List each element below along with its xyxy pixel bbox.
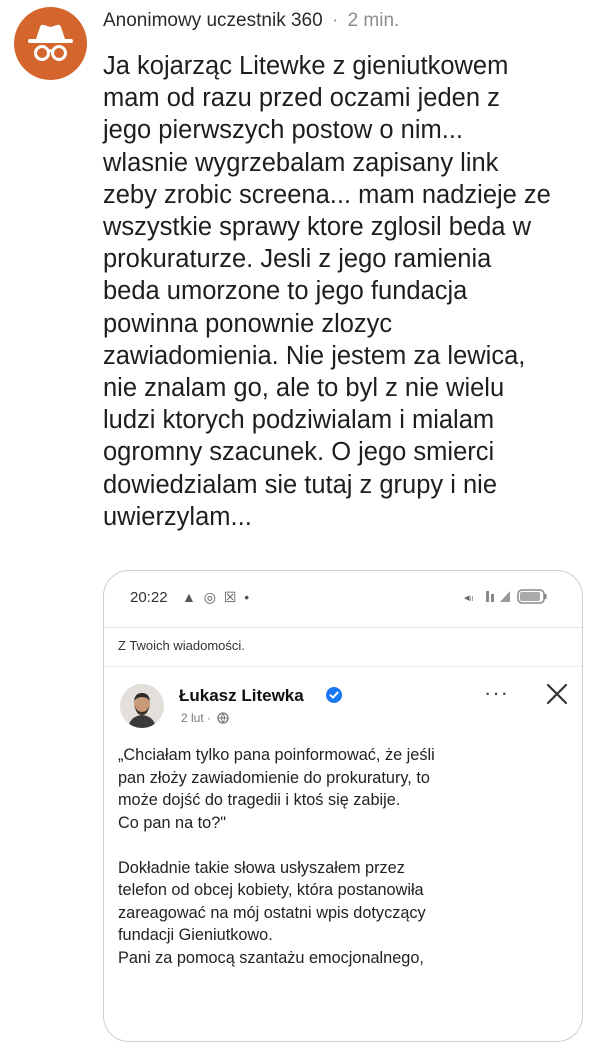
separator: · — [331, 10, 339, 31]
text-line: mam od razu przed oczami jeden z — [103, 84, 500, 113]
verified-badge-icon — [326, 687, 342, 703]
avatar[interactable] — [14, 7, 87, 80]
message-line: „Chciałam tylko pana poinformować, że je… — [118, 746, 435, 764]
author-name[interactable]: Anonimowy uczestnik 360 — [103, 10, 323, 31]
text-line: zawiadomienia. Nie jestem za lewica, — [103, 341, 526, 370]
text-line: ogromny szacunek. O jego smierci — [103, 438, 495, 467]
more-options-button[interactable]: ··· — [484, 680, 509, 706]
phone-status-bar: 20:22 ▲ ◎ ☒ • ◂ᵢₗ — [104, 571, 582, 627]
text-line: prokuraturze. Jesli z jego ramienia — [103, 245, 492, 274]
sender-avatar[interactable] — [120, 684, 164, 728]
close-icon[interactable] — [544, 681, 570, 707]
sender-date: 2 lut · — [181, 711, 212, 725]
text-line: powinna ponownie zlozyc — [103, 309, 393, 338]
message-line: może dojść do tragedii i ktoś się zabije… — [118, 791, 401, 809]
text-line: dowiedzialam sie tutaj z grupy i nie — [103, 470, 498, 499]
text-line: uwierzylam... — [103, 502, 252, 531]
text-line: nie znalam go, ale to byl z nie wielu — [103, 374, 505, 403]
text-line: wszystkie sprawy ktore zglosil beda w — [103, 213, 531, 242]
message-line: fundacji Gieniutkowo. — [118, 926, 273, 944]
text-line: ludzi ktorych podziwialam i mialam — [103, 406, 495, 435]
status-icons: ▲ ◎ ☒ • — [182, 589, 252, 605]
person-photo-icon — [120, 684, 164, 728]
attached-screenshot[interactable]: 20:22 ▲ ◎ ☒ • ◂ᵢₗ Z Twoich wiadomości. Ł… — [103, 570, 583, 1042]
source-label: Z Twoich wiadomości. — [118, 638, 245, 653]
comment-header: Anonimowy uczestnik 360 · 2 min. — [103, 10, 399, 32]
divider — [104, 666, 582, 667]
status-time: 20:22 — [130, 589, 168, 606]
globe-icon — [217, 712, 229, 724]
text-line: jego pierwszych postow o nim... — [103, 116, 463, 145]
message-line: Pani za pomocą szantażu emocjonalnego, — [118, 948, 424, 967]
incognito-icon — [28, 24, 73, 61]
message-text: „Chciałam tylko pana poinformować, że je… — [118, 744, 568, 969]
message-line: Co pan na to?" — [118, 813, 227, 832]
sender-name[interactable]: Łukasz Litewka — [179, 686, 304, 706]
message-line: pan złoży zawiadomienie do prokuratury, … — [118, 768, 430, 787]
message-line: zareagować na mój ostatni wpis dotyczący — [118, 903, 426, 922]
divider — [104, 627, 582, 628]
battery-signal-icon: ◂ᵢₗ — [464, 589, 547, 604]
message-line: telefon od obcej kobiety, która postanow… — [118, 881, 424, 899]
message-line: Dokładnie takie słowa usłyszałem przez — [118, 858, 405, 877]
text-line: beda umorzone to jego fundacja — [103, 277, 468, 306]
text-line: Ja kojarząc Litewke z gieniutkowem — [103, 52, 509, 80]
text-line: zeby zrobic screena... mam nadzieje ze — [103, 180, 551, 209]
text-line: wlasnie wygrzebalam zapisany link — [103, 148, 499, 177]
comment-text: Ja kojarząc Litewke z gieniutkowem mam o… — [103, 50, 583, 533]
svg-text:◂ᵢₗ: ◂ᵢₗ — [464, 591, 473, 604]
timestamp[interactable]: 2 min. — [348, 10, 400, 31]
